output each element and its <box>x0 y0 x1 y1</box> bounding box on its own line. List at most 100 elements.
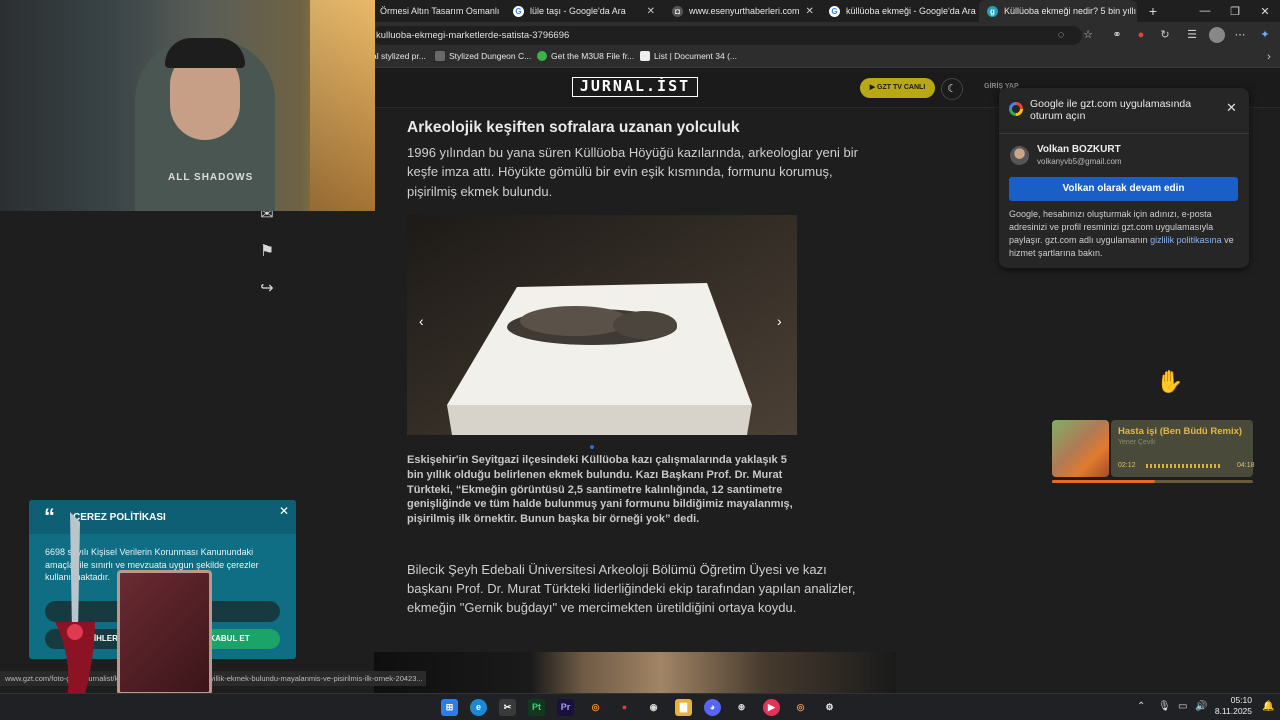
system-clock[interactable]: 05:10 8.11.2025 <box>1214 695 1252 717</box>
edge-icon[interactable]: e <box>470 699 487 716</box>
article-subheading: Arkeolojik keşiften sofralara uzanan yol… <box>407 119 740 136</box>
refresh-extension-icon[interactable]: ↻ <box>1158 28 1172 42</box>
bookmark-icon <box>640 51 650 61</box>
start-icon[interactable]: ⊞ <box>441 699 458 716</box>
waveform <box>1146 464 1222 468</box>
photoshop-express-icon[interactable]: Pt <box>528 699 545 716</box>
recorder-icon[interactable]: ● <box>616 699 633 716</box>
settings-gear-icon[interactable]: ⚙ <box>821 699 838 716</box>
total-time: 04:18 <box>1237 462 1255 469</box>
progress-bar[interactable] <box>1052 480 1253 483</box>
song-title: Hasta işi (Ben Büdü Remix) <box>1118 426 1243 437</box>
favorite-star-icon[interactable]: ☆ <box>1081 28 1095 42</box>
extension-badge-icon[interactable]: ● <box>1134 28 1148 42</box>
premiere-icon[interactable]: Pr <box>557 699 574 716</box>
media-player-icon[interactable]: ▶ <box>763 699 780 716</box>
bookmark-item[interactable]: al stylized pr... <box>372 51 426 61</box>
copilot-icon[interactable]: ✦ <box>1258 28 1272 42</box>
gallery-photo <box>407 215 797 435</box>
hand-icon: ✋ <box>1156 369 1184 394</box>
share-icon[interactable]: ↪ <box>258 280 276 298</box>
tab-label: lüle taşı - Google'da Ara <box>530 6 626 16</box>
new-tab-button[interactable]: + <box>1138 0 1168 22</box>
tab-4[interactable]: G küllüoba ekmeği - Google'da Ara ✕ <box>821 0 978 22</box>
tray-overflow-icon[interactable]: ⌃ <box>1137 701 1145 712</box>
user-email: volkanyvb5@gmail.com <box>1037 157 1122 166</box>
extension-icon[interactable]: ⚭ <box>1110 28 1124 42</box>
bookmark-item[interactable]: Stylized Dungeon C... <box>435 51 531 61</box>
google-icon: G <box>829 5 840 17</box>
blender-icon[interactable]: ◎ <box>587 699 604 716</box>
window-close-button[interactable]: ✕ <box>1250 0 1280 22</box>
gallery-prev-icon[interactable]: ‹ <box>419 313 424 329</box>
more-menu-icon[interactable]: ⋯ <box>1233 28 1247 42</box>
network-icon[interactable]: ▭ <box>1178 701 1187 712</box>
album-art <box>1052 420 1109 477</box>
gzt-tv-live-button[interactable]: ▶ GZT TV CANLI <box>860 78 935 98</box>
snipping-tool-icon[interactable]: ✂ <box>499 699 516 716</box>
google-signin-popup: Google ile gzt.com uygulamasında oturum … <box>999 88 1249 268</box>
photo-caption: Eskişehir'in Seyitgazi ilçesindeki Küllü… <box>407 454 793 526</box>
tab-3[interactable]: ◘ www.esenyurthaberleri.com ✕ <box>664 0 820 22</box>
bookmark-label: Get the M3U8 File fr... <box>551 51 635 61</box>
screen: Örmesi Altın Tasarım Osmanlı ✕ G lüle ta… <box>0 0 1280 720</box>
collections-icon[interactable]: ☰ <box>1185 28 1199 42</box>
privacy-link[interactable]: gizlilik politikasına <box>1150 235 1222 245</box>
close-icon[interactable]: ✕ <box>806 6 814 17</box>
divider <box>999 133 1249 134</box>
webcam-overlay: ALL SHADOWS <box>0 0 375 211</box>
close-icon[interactable]: ✕ <box>647 6 655 17</box>
page-icon: ◘ <box>672 5 683 17</box>
privacy-info: Google, hesabınızı oluşturmak için adını… <box>1009 208 1239 260</box>
close-icon[interactable]: ✕ <box>1226 100 1237 116</box>
steam-icon[interactable]: ⊛ <box>733 699 750 716</box>
lamp-light <box>310 0 375 211</box>
bookmark-item[interactable]: Get the M3U8 File fr... <box>537 51 634 61</box>
person-cap <box>165 38 245 68</box>
gzt-tv-label: GZT TV CANLI <box>877 84 926 91</box>
sword-overlay-icon <box>55 512 95 712</box>
bookmark-label: Stylized Dungeon C... <box>449 51 532 61</box>
volume-icon[interactable]: 🔊 <box>1195 701 1207 712</box>
now-playing-widget[interactable]: Hasta işi (Ben Büdü Remix) Yener Çevik 0… <box>1052 420 1255 483</box>
bookmark-icon <box>537 51 547 61</box>
photo-gallery[interactable]: ‹ › <box>407 215 797 435</box>
user-name: Volkan BOZKURT <box>1037 144 1121 155</box>
book-overlay-icon <box>117 570 212 695</box>
google-logo-icon <box>1009 102 1023 116</box>
discord-icon[interactable]: ◕ <box>704 699 721 716</box>
popup-title: Google ile gzt.com uygulamasında oturum … <box>1030 98 1192 122</box>
gallery-next-icon[interactable]: › <box>777 313 782 329</box>
article-lead: 1996 yılından bu yana süren Küllüoba Höy… <box>407 145 858 199</box>
read-aloud-icon[interactable]: ◌ <box>1054 28 1068 42</box>
avatar <box>1010 146 1029 165</box>
gallery-indicator-dot[interactable] <box>590 445 594 449</box>
bookmark-item[interactable]: List | Document 34 (... <box>640 51 737 61</box>
dark-mode-toggle-icon[interactable]: ☾ <box>941 78 963 100</box>
tab-label: Küllüoba ekmeği nedir? 5 bin yıllı <box>1004 6 1137 16</box>
tab-1[interactable]: Örmesi Altın Tasarım Osmanlı ✕ <box>372 0 502 22</box>
article-paragraph: Bilecik Şeyh Edebali Üniversitesi Arkeol… <box>407 562 856 615</box>
current-time: 02:12 <box>1118 462 1136 469</box>
blender-alt-icon[interactable]: ◎ <box>792 699 809 716</box>
continue-as-button[interactable]: Volkan olarak devam edin <box>1009 177 1238 201</box>
url-field[interactable]: kulluoba-ekmegi-marketlerde-satista-3796… <box>372 26 1082 45</box>
tab-label: www.esenyurthaberleri.com <box>689 6 800 16</box>
tab-2[interactable]: G lüle taşı - Google'da Ara ✕ <box>505 0 663 22</box>
progress-fill <box>1052 480 1155 483</box>
microphone-icon[interactable]: 🎙 <box>1158 701 1171 712</box>
clock-time: 05:10 <box>1230 695 1252 705</box>
tab-label: küllüoba ekmeği - Google'da Ara <box>846 6 976 16</box>
maximize-button[interactable]: ❐ <box>1220 0 1250 22</box>
shirt-text: ALL SHADOWS <box>168 172 254 183</box>
notification-bell-icon[interactable]: 🔔 <box>1262 701 1274 712</box>
profile-avatar-icon[interactable] <box>1209 27 1225 43</box>
obs-icon[interactable]: ◉ <box>645 699 662 716</box>
bookmark-icon[interactable]: ⚑ <box>258 243 276 261</box>
bookmarks-overflow-icon[interactable]: › <box>1262 50 1276 64</box>
minimize-button[interactable]: — <box>1190 0 1220 22</box>
site-logo[interactable]: JURNAL.İST <box>572 77 698 97</box>
close-icon[interactable]: ✕ <box>279 504 289 518</box>
file-explorer-icon[interactable]: ▇ <box>675 699 692 716</box>
tab-5-active[interactable]: g Küllüoba ekmeği nedir? 5 bin yıllı ✕ <box>979 0 1137 22</box>
